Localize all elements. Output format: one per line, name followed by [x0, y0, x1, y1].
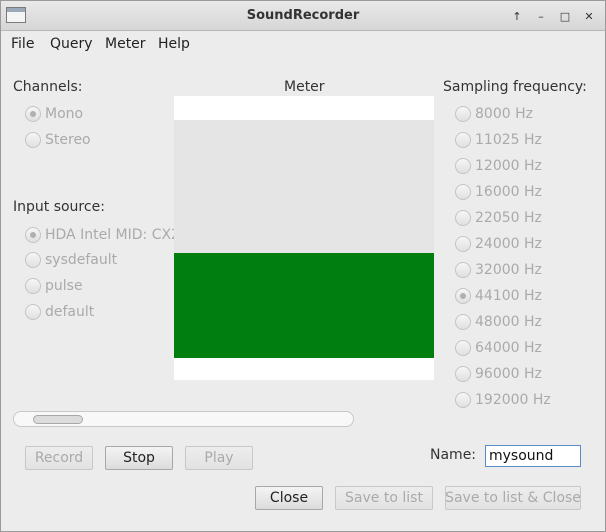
radio-label: Mono — [45, 106, 84, 122]
record-button[interactable]: Record — [25, 446, 93, 470]
save-to-list-button[interactable]: Save to list — [335, 486, 433, 510]
radio-default[interactable]: default — [25, 302, 94, 322]
title-bar[interactable]: SoundRecorder ↑ – □ ✕ — [1, 1, 605, 31]
channels-label: Channels: — [13, 79, 83, 95]
sampling-frequency-label: Sampling frequency: — [443, 79, 587, 95]
radio-hda-intel[interactable]: HDA Intel MID: CX20 — [25, 225, 174, 245]
radio-indicator[interactable] — [455, 236, 471, 252]
menu-query[interactable]: Query — [50, 36, 93, 52]
radio-indicator[interactable] — [25, 278, 41, 294]
minimize-icon[interactable]: – — [531, 6, 551, 26]
scrollbar-thumb[interactable] — [33, 415, 83, 424]
radio-sampling-frequency[interactable]: 22050 Hz — [455, 208, 542, 228]
radio-label: 16000 Hz — [475, 184, 542, 200]
radio-label: Stereo — [45, 132, 91, 148]
radio-label: 22050 Hz — [475, 210, 542, 226]
radio-label: HDA Intel MID: CX20 — [45, 227, 174, 243]
name-input[interactable] — [485, 445, 581, 467]
radio-stereo[interactable]: Stereo — [25, 130, 91, 150]
meter-label: Meter — [284, 79, 325, 95]
radio-indicator[interactable] — [455, 132, 471, 148]
radio-indicator[interactable] — [455, 158, 471, 174]
radio-indicator[interactable] — [455, 314, 471, 330]
shade-icon[interactable]: ↑ — [507, 6, 527, 26]
input-source-label: Input source: — [13, 199, 105, 215]
radio-label: 32000 Hz — [475, 262, 542, 278]
radio-sampling-frequency[interactable]: 96000 Hz — [455, 364, 542, 384]
radio-sampling-frequency[interactable]: 24000 Hz — [455, 234, 542, 254]
radio-label: 96000 Hz — [475, 366, 542, 382]
radio-label: 12000 Hz — [475, 158, 542, 174]
radio-indicator[interactable] — [455, 106, 471, 122]
radio-sampling-frequency[interactable]: 16000 Hz — [455, 182, 542, 202]
menu-file[interactable]: File — [11, 36, 34, 52]
radio-mono[interactable]: Mono — [25, 104, 83, 124]
radio-indicator[interactable] — [25, 106, 41, 122]
radio-sampling-frequency[interactable]: 48000 Hz — [455, 312, 542, 332]
radio-label: 192000 Hz — [475, 392, 551, 408]
radio-label: sysdefault — [45, 252, 118, 268]
stop-button[interactable]: Stop — [105, 446, 173, 470]
radio-label: 24000 Hz — [475, 236, 542, 252]
radio-label: 48000 Hz — [475, 314, 542, 330]
radio-indicator[interactable] — [455, 288, 471, 304]
menu-bar: File Query Meter Help — [1, 32, 605, 58]
radio-label: 8000 Hz — [475, 106, 533, 122]
play-button[interactable]: Play — [185, 446, 253, 470]
radio-pulse[interactable]: pulse — [25, 276, 83, 296]
radio-sysdefault[interactable]: sysdefault — [25, 250, 117, 270]
level-meter — [174, 96, 434, 380]
horizontal-scrollbar[interactable] — [13, 411, 354, 427]
radio-sampling-frequency[interactable]: 44100 Hz — [455, 286, 542, 306]
close-button[interactable]: Close — [255, 486, 323, 510]
radio-sampling-frequency[interactable]: 64000 Hz — [455, 338, 542, 358]
radio-label: 64000 Hz — [475, 340, 542, 356]
name-label: Name: — [430, 447, 477, 463]
save-to-list-and-close-button[interactable]: Save to list & Close — [445, 486, 581, 510]
radio-indicator[interactable] — [25, 252, 41, 268]
radio-sampling-frequency[interactable]: 8000 Hz — [455, 104, 533, 124]
meter-level-bar — [174, 253, 434, 358]
sound-recorder-window: SoundRecorder ↑ – □ ✕ File Query Meter H… — [0, 0, 606, 532]
radio-indicator[interactable] — [25, 132, 41, 148]
radio-indicator[interactable] — [25, 227, 41, 243]
close-icon[interactable]: ✕ — [579, 6, 599, 26]
radio-label: 44100 Hz — [475, 288, 542, 304]
radio-indicator[interactable] — [455, 392, 471, 408]
radio-label: default — [45, 304, 95, 320]
radio-indicator[interactable] — [455, 366, 471, 382]
radio-indicator[interactable] — [455, 184, 471, 200]
radio-indicator[interactable] — [455, 210, 471, 226]
radio-label: pulse — [45, 278, 83, 294]
radio-sampling-frequency[interactable]: 192000 Hz — [455, 390, 551, 410]
radio-sampling-frequency[interactable]: 32000 Hz — [455, 260, 542, 280]
radio-indicator[interactable] — [455, 340, 471, 356]
radio-indicator[interactable] — [455, 262, 471, 278]
menu-help[interactable]: Help — [158, 36, 190, 52]
radio-label: 11025 Hz — [475, 132, 542, 148]
radio-sampling-frequency[interactable]: 12000 Hz — [455, 156, 542, 176]
radio-sampling-frequency[interactable]: 11025 Hz — [455, 130, 542, 150]
maximize-icon[interactable]: □ — [555, 6, 575, 26]
menu-meter[interactable]: Meter — [105, 36, 146, 52]
radio-indicator[interactable] — [25, 304, 41, 320]
